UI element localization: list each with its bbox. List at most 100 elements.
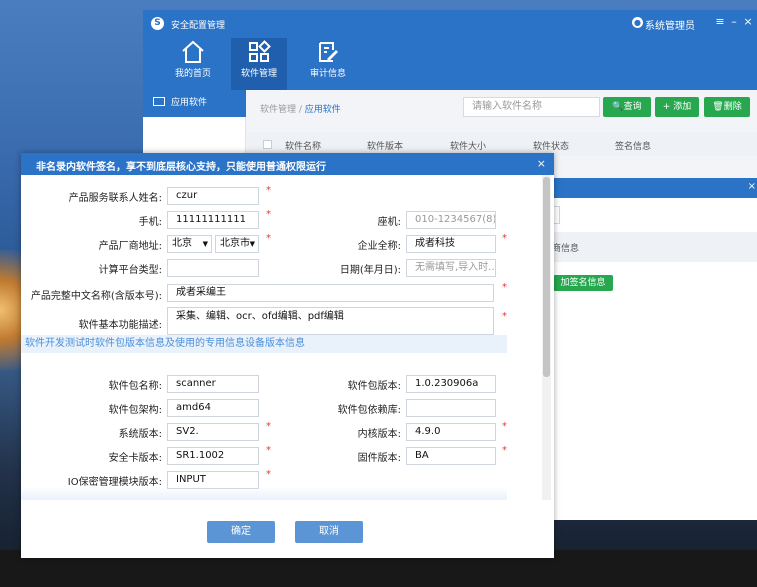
province-select[interactable]: 北京 ▼ <box>167 235 212 253</box>
required-mark: * <box>502 445 507 456</box>
pkg-name-input[interactable]: scanner <box>167 375 259 393</box>
column-header[interactable]: 软件名称 <box>285 139 321 152</box>
dialog-titlebar: 非名录内软件签名，享不到底层核心支持，只能使用普通权限运行 × <box>21 153 554 175</box>
search-input[interactable]: 请输入软件名称 <box>463 97 600 117</box>
close-icon[interactable]: × <box>537 157 546 170</box>
confirm-button[interactable]: 确定 <box>207 521 275 543</box>
dialog-body: 产品服务联系人姓名: czur * 手机: 11111111111 * 座机: … <box>21 175 554 500</box>
user-name[interactable]: 系统管理员 <box>645 17 695 32</box>
description-textarea[interactable]: 采集、编辑、ocr、ofd编辑、pdf编辑 <box>167 307 494 335</box>
app-logo-icon: S <box>151 17 164 30</box>
pkg-name-label: 软件包名称: <box>108 381 162 392</box>
minimize-button[interactable]: – <box>727 15 741 28</box>
chevron-down-icon: ▼ <box>249 240 255 248</box>
pkg-version-input[interactable]: 1.0.230906a <box>406 375 496 393</box>
required-mark: * <box>502 311 507 322</box>
required-mark: * <box>266 185 271 196</box>
sidebar-item-applications[interactable]: 应用软件 <box>143 90 246 117</box>
product-name-label: 产品完整中文名称(含版本号): <box>30 291 162 302</box>
pkg-version-label: 软件包版本: <box>347 381 401 392</box>
app-header: S 安全配置管理 ● 系统管理员 ≡ – × 我的首页 软件管理 审计信息 <box>143 10 757 90</box>
landline-input[interactable]: 010-1234567(8) <box>406 211 496 229</box>
nav-tab-software[interactable]: 软件管理 <box>231 38 287 90</box>
required-mark: * <box>266 445 271 456</box>
firmware-version-label: 固件版本: <box>357 453 401 464</box>
landline-label: 座机: <box>377 217 401 228</box>
date-input[interactable]: 无需填写,导入时... <box>406 259 496 277</box>
search-icon: 🔍 <box>612 102 624 112</box>
phone-input[interactable]: 11111111111 <box>167 211 259 229</box>
menu-icon[interactable]: ≡ <box>713 15 727 28</box>
background-dialog-header-text: 商信息 <box>552 244 580 254</box>
add-signature-button[interactable]: 加签名信息 <box>553 275 613 291</box>
nav-tab-audit[interactable]: 审计信息 <box>300 38 356 90</box>
sidebar-item-label: 应用软件 <box>171 98 208 108</box>
city-value: 北京市 <box>220 238 250 249</box>
city-select[interactable]: 北京市 ▼ <box>215 235 259 253</box>
pkg-deps-input[interactable] <box>406 399 496 417</box>
breadcrumb: 软件管理 / 应用软件 <box>260 102 341 115</box>
delete-button[interactable]: 🗑删除 <box>704 97 750 117</box>
add-button[interactable]: + 添加 <box>655 97 699 117</box>
signature-dialog: 非名录内软件签名，享不到底层核心支持，只能使用普通权限运行 × 产品服务联系人姓… <box>21 153 554 558</box>
scrollbar[interactable] <box>542 175 551 500</box>
sys-version-input[interactable]: SV2. <box>167 423 259 441</box>
apps-grid-icon <box>249 40 271 62</box>
firmware-version-input[interactable]: BA <box>406 447 496 465</box>
pkg-deps-label: 软件包依赖库: <box>337 405 401 416</box>
required-mark: * <box>502 421 507 432</box>
province-value: 北京 <box>172 238 192 249</box>
background-dialog-titlebar: × <box>536 178 757 198</box>
contact-name-label: 产品服务联系人姓名: <box>68 193 162 204</box>
home-icon <box>182 40 204 63</box>
background-dialog-header: 商信息 <box>536 232 757 262</box>
nav-tab-home[interactable]: 我的首页 <box>165 38 221 90</box>
trash-icon: 🗑 <box>712 102 724 112</box>
cancel-button[interactable]: 取消 <box>295 521 363 543</box>
description-label: 软件基本功能描述: <box>78 320 162 331</box>
io-module-version-label: IO保密管理模块版本: <box>67 477 162 488</box>
select-all-checkbox[interactable] <box>263 140 272 149</box>
dialog-footer: 确定 取消 <box>21 500 554 558</box>
required-mark: * <box>266 469 271 480</box>
platform-label: 计算平台类型: <box>98 265 162 276</box>
close-icon[interactable]: × <box>748 181 756 192</box>
query-button[interactable]: 🔍查询 <box>603 97 651 117</box>
column-header[interactable]: 软件版本 <box>367 139 403 152</box>
column-header[interactable]: 软件状态 <box>533 139 569 152</box>
platform-input[interactable] <box>167 259 259 277</box>
column-header[interactable]: 软件大小 <box>450 139 486 152</box>
chevron-down-icon: ▼ <box>202 240 208 248</box>
monitor-icon <box>153 97 165 106</box>
required-mark: * <box>266 209 271 220</box>
phone-label: 手机: <box>138 217 162 228</box>
nav-tab-label: 软件管理 <box>240 69 277 79</box>
seccard-version-label: 安全卡版本: <box>108 453 162 464</box>
breadcrumb-current: 应用软件 <box>304 105 341 115</box>
required-mark: * <box>266 233 271 244</box>
scrollbar-thumb[interactable] <box>543 177 550 377</box>
column-header[interactable]: 签名信息 <box>615 139 651 152</box>
kernel-version-input[interactable]: 4.9.0 <box>406 423 496 441</box>
user-avatar-icon[interactable]: ● <box>632 17 643 28</box>
section-divider <box>21 487 507 500</box>
edit-document-icon <box>319 42 338 62</box>
delete-button-label: 删除 <box>723 102 742 112</box>
breadcrumb-parent[interactable]: 软件管理 / <box>260 105 302 115</box>
address-label: 产品厂商地址: <box>98 241 162 252</box>
company-input[interactable]: 成者科技 <box>406 235 496 253</box>
company-label: 企业全称: <box>357 241 401 252</box>
pkg-arch-label: 软件包架构: <box>108 405 162 416</box>
seccard-version-input[interactable]: SR1.1002 <box>167 447 259 465</box>
nav-tab-label: 审计信息 <box>309 69 346 79</box>
section-title: 软件开发测试时软件包版本信息及使用的专用信息设备版本信息 <box>21 335 507 353</box>
pkg-arch-input[interactable]: amd64 <box>167 399 259 417</box>
kernel-version-label: 内核版本: <box>357 429 401 440</box>
required-mark: * <box>266 421 271 432</box>
background-dialog: × 商信息 加签名信息 <box>535 178 757 520</box>
nav-tab-label: 我的首页 <box>174 69 211 79</box>
product-name-input[interactable]: 成者采编王 <box>167 284 494 302</box>
contact-name-input[interactable]: czur <box>167 187 259 205</box>
required-mark: * <box>502 282 507 293</box>
close-button[interactable]: × <box>741 15 755 28</box>
